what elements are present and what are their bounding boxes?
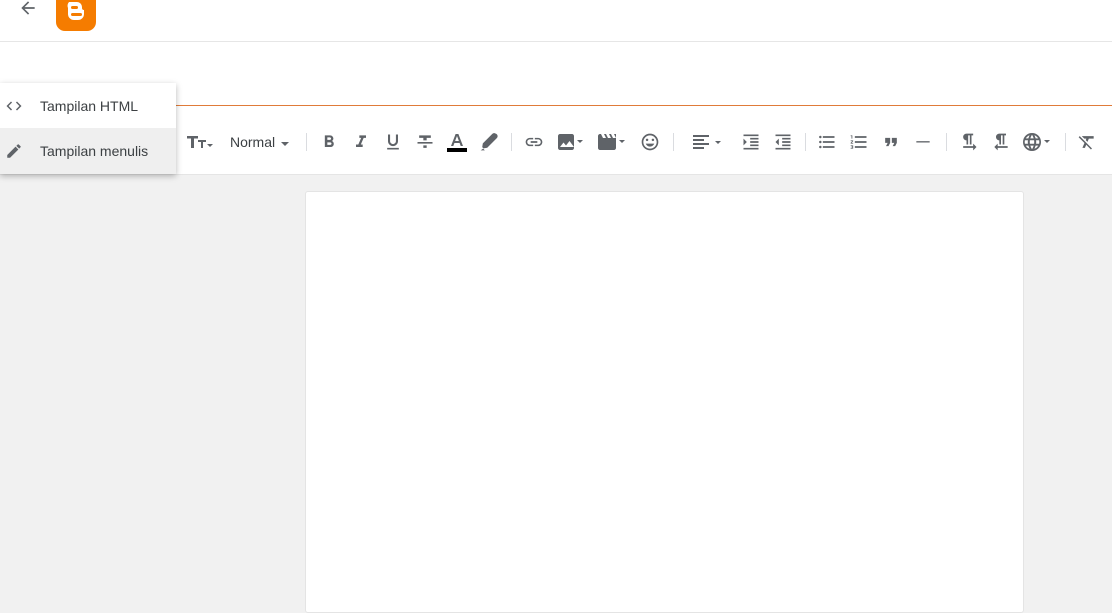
video-icon bbox=[597, 132, 629, 152]
underline-button[interactable] bbox=[382, 124, 404, 160]
toolbar-divider bbox=[673, 133, 674, 151]
toolbar-divider bbox=[511, 133, 512, 151]
image-icon bbox=[555, 132, 587, 152]
horizontal-rule-button[interactable] bbox=[912, 124, 934, 160]
language-button[interactable] bbox=[1022, 124, 1054, 160]
clear-formatting-button[interactable] bbox=[1076, 124, 1098, 160]
bold-icon bbox=[319, 132, 339, 152]
right-to-left-button[interactable] bbox=[990, 124, 1012, 160]
language-icon bbox=[1022, 132, 1054, 152]
highlight-icon bbox=[479, 132, 499, 152]
toolbar-divider bbox=[306, 133, 307, 151]
indent-button[interactable] bbox=[740, 124, 762, 160]
left-to-right-button[interactable] bbox=[958, 124, 980, 160]
paragraph-style-label: Normal bbox=[230, 134, 276, 150]
underline-icon bbox=[383, 132, 403, 152]
arrow-back-icon bbox=[18, 0, 38, 23]
blogger-logo[interactable] bbox=[56, 0, 96, 31]
code-icon bbox=[4, 96, 24, 116]
rtl-icon bbox=[991, 132, 1011, 152]
bulleted-list-icon bbox=[817, 132, 837, 152]
font-size-button[interactable] bbox=[186, 124, 216, 160]
insert-emoji-button[interactable] bbox=[639, 124, 661, 160]
bulleted-list-button[interactable] bbox=[816, 124, 838, 160]
paragraph-style-dropdown[interactable]: Normal bbox=[230, 124, 290, 160]
numbered-list-button[interactable] bbox=[848, 124, 870, 160]
emoji-icon bbox=[640, 132, 660, 152]
back-button[interactable] bbox=[14, 0, 42, 24]
font-size-icon bbox=[186, 132, 216, 152]
insert-video-button[interactable] bbox=[597, 124, 629, 160]
menu-item-label: Tampilan HTML bbox=[40, 97, 139, 114]
toolbar-divider bbox=[805, 133, 806, 151]
link-button[interactable] bbox=[523, 124, 545, 160]
align-icon bbox=[690, 132, 724, 152]
outdent-icon bbox=[773, 132, 793, 152]
outdent-button[interactable] bbox=[772, 124, 794, 160]
align-button[interactable] bbox=[690, 124, 724, 160]
italic-icon bbox=[351, 132, 371, 152]
text-color-icon bbox=[446, 131, 468, 153]
menu-item-html-view[interactable]: Tampilan HTML bbox=[0, 83, 176, 128]
ltr-icon bbox=[959, 132, 979, 152]
horizontal-rule-icon bbox=[913, 132, 933, 152]
menu-item-compose-view[interactable]: Tampilan menulis bbox=[0, 128, 176, 174]
quote-button[interactable] bbox=[880, 124, 902, 160]
menu-item-label: Tampilan menulis bbox=[40, 143, 149, 159]
view-mode-menu: Tampilan HTML Tampilan menulis bbox=[0, 83, 176, 174]
clear-formatting-icon bbox=[1077, 132, 1097, 152]
pencil-icon bbox=[4, 141, 24, 161]
bold-button[interactable] bbox=[318, 124, 340, 160]
link-icon bbox=[524, 132, 544, 152]
insert-image-button[interactable] bbox=[555, 124, 587, 160]
compose-editor-area[interactable] bbox=[305, 191, 1024, 613]
text-color-button[interactable] bbox=[446, 124, 468, 160]
numbered-list-icon bbox=[849, 132, 869, 152]
quote-icon bbox=[881, 132, 901, 152]
top-bar bbox=[0, 0, 1112, 42]
indent-icon bbox=[741, 132, 761, 152]
highlight-color-button[interactable] bbox=[478, 124, 500, 160]
toolbar-divider bbox=[1065, 133, 1066, 151]
toolbar-divider bbox=[946, 133, 947, 151]
strikethrough-button[interactable] bbox=[414, 124, 436, 160]
italic-button[interactable] bbox=[350, 124, 372, 160]
strikethrough-icon bbox=[415, 132, 435, 152]
chevron-down-icon bbox=[281, 134, 290, 150]
